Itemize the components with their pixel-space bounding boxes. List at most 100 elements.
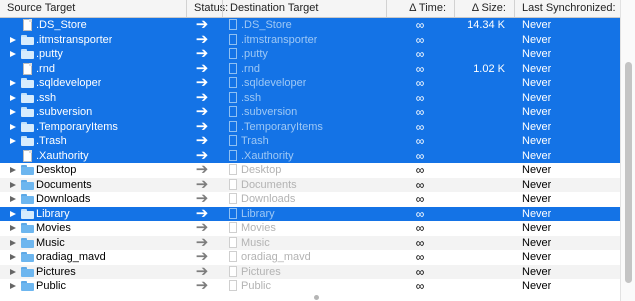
table-row[interactable]: Public ➔ Public ∞ Never <box>0 279 620 294</box>
sync-arrow-icon[interactable]: ➔ <box>191 62 213 77</box>
disclosure-triangle-icon[interactable] <box>10 167 16 173</box>
delta-time: ∞ <box>415 105 425 119</box>
table-row[interactable]: .DS_Store ➔ .DS_Store ∞ 14.34 K Never <box>0 18 620 33</box>
last-synchronized: Never <box>522 222 552 234</box>
sync-arrow-icon[interactable]: ➔ <box>191 221 213 236</box>
last-synchronized: Never <box>522 178 552 191</box>
source-name: .ssh <box>36 91 57 104</box>
sync-arrow-icon[interactable]: ➔ <box>191 250 213 265</box>
sync-arrow-icon[interactable]: ➔ <box>191 163 213 178</box>
sync-arrow-icon[interactable]: ➔ <box>191 265 213 280</box>
sync-arrow-icon[interactable]: ➔ <box>191 33 213 48</box>
disclosure-triangle-icon[interactable] <box>10 123 16 130</box>
disclosure-triangle-icon[interactable] <box>10 196 16 202</box>
sync-arrow-icon[interactable]: ➔ <box>191 120 213 135</box>
disclosure-triangle-icon[interactable] <box>10 210 16 217</box>
folder-icon <box>21 78 34 88</box>
sync-arrow-icon[interactable]: ➔ <box>191 105 213 120</box>
destination-file-icon <box>229 236 237 248</box>
table-row[interactable]: .putty ➔ .putty ∞ Never <box>0 47 620 62</box>
table-row[interactable]: Music ➔ Music ∞ Never <box>0 235 620 251</box>
sync-arrow-icon[interactable]: ➔ <box>191 76 213 91</box>
disclosure-triangle-icon[interactable] <box>10 51 16 57</box>
folder-icon <box>21 237 34 248</box>
source-name: .Xauthority <box>36 149 89 162</box>
last-synchronized: Never <box>522 106 552 118</box>
table-row[interactable]: oradiag_mavd ➔ oradiag_mavd ∞ Never <box>0 250 620 265</box>
sync-arrow-icon[interactable]: ➔ <box>191 236 213 251</box>
destination-file-icon <box>229 207 237 219</box>
disclosure-triangle-icon[interactable] <box>10 239 16 246</box>
source-name: Music <box>36 236 65 249</box>
destination-file-icon <box>229 193 237 204</box>
folder-icon <box>21 136 34 146</box>
table-row[interactable]: .sqldeveloper ➔ .sqldeveloper ∞ Never <box>0 76 620 91</box>
disclosure-triangle-icon[interactable] <box>10 36 16 43</box>
source-name: .itmstransporter <box>36 33 113 46</box>
column-header-sync[interactable]: Last Synchronized: <box>514 0 620 17</box>
last-synchronized: Never <box>522 19 552 31</box>
scrollbar-thumb[interactable] <box>625 62 632 283</box>
table-row[interactable]: .rnd ➔ .rnd ∞ 1.02 K Never <box>0 61 620 77</box>
delta-time: ∞ <box>415 134 425 148</box>
disclosure-triangle-icon[interactable] <box>10 181 16 188</box>
destination-name: .Xauthority <box>241 149 294 162</box>
delta-time: ∞ <box>415 90 425 105</box>
table-row[interactable]: Desktop ➔ Desktop ∞ Never <box>0 163 620 178</box>
disclosure-triangle-icon[interactable] <box>10 80 16 86</box>
destination-name: .rnd <box>241 62 260 75</box>
disclosure-triangle-icon[interactable] <box>10 109 16 115</box>
disclosure-triangle-icon[interactable] <box>10 283 16 289</box>
last-synchronized: Never <box>522 207 552 220</box>
resize-handle[interactable] <box>314 295 319 300</box>
table-row[interactable]: Pictures ➔ Pictures ∞ Never <box>0 264 620 280</box>
table-row[interactable]: .TemporaryItems ➔ .TemporaryItems ∞ Never <box>0 119 620 135</box>
sync-arrow-icon[interactable]: ➔ <box>191 91 213 106</box>
destination-name: Public <box>241 280 271 292</box>
sync-arrow-icon[interactable]: ➔ <box>191 47 213 62</box>
column-header-source[interactable]: Source Target <box>0 0 186 17</box>
destination-file-icon <box>229 120 237 132</box>
folder-icon <box>21 223 34 233</box>
table-row[interactable]: .itmstransporter ➔ .itmstransporter ∞ Never <box>0 32 620 48</box>
delta-size <box>454 236 505 251</box>
sync-arrow-icon[interactable]: ➔ <box>191 149 213 164</box>
delta-time: ∞ <box>415 221 425 235</box>
table-row[interactable]: .Trash ➔ Trash ∞ Never <box>0 134 620 149</box>
disclosure-triangle-icon[interactable] <box>10 254 16 260</box>
table-row[interactable]: Movies ➔ Movies ∞ Never <box>0 221 620 236</box>
destination-file-icon <box>229 280 237 291</box>
disclosure-triangle-icon[interactable] <box>10 225 16 231</box>
table-row[interactable]: Downloads ➔ Downloads ∞ Never <box>0 192 620 207</box>
column-header-size[interactable]: Δ Size: <box>454 0 514 17</box>
destination-file-icon <box>229 251 237 262</box>
delta-time: ∞ <box>415 177 425 192</box>
delta-time: ∞ <box>415 76 425 90</box>
table-row[interactable]: .subversion ➔ .subversion ∞ Never <box>0 105 620 120</box>
sync-arrow-icon[interactable]: ➔ <box>191 178 213 193</box>
table-row[interactable]: Library ➔ Library ∞ Never <box>0 206 620 222</box>
column-header-time[interactable]: Δ Time: <box>386 0 454 17</box>
source-name: Library <box>36 207 70 220</box>
table-row[interactable]: .Xauthority ➔ .Xauthority ∞ Never <box>0 148 620 164</box>
source-name: .rnd <box>36 62 55 75</box>
table-row[interactable]: Documents ➔ Documents ∞ Never <box>0 177 620 193</box>
delta-size: 14.34 K <box>467 19 505 31</box>
sync-arrow-icon[interactable]: ➔ <box>191 192 213 207</box>
file-icon <box>23 19 32 31</box>
source-name: Downloads <box>36 193 91 205</box>
column-header-destination[interactable]: Destination Target <box>222 0 386 17</box>
destination-name: .putty <box>241 48 268 60</box>
sync-arrow-icon[interactable]: ➔ <box>191 207 213 222</box>
disclosure-triangle-icon[interactable] <box>10 268 16 275</box>
vertical-scrollbar[interactable] <box>620 0 635 301</box>
sync-arrow-icon[interactable]: ➔ <box>191 279 213 294</box>
sync-arrow-icon[interactable]: ➔ <box>191 18 213 33</box>
table-row[interactable]: .ssh ➔ .ssh ∞ Never <box>0 90 620 106</box>
delta-size <box>454 192 505 207</box>
destination-name: Library <box>241 207 275 220</box>
disclosure-triangle-icon[interactable] <box>10 138 16 144</box>
sync-arrow-icon[interactable]: ➔ <box>191 134 213 149</box>
column-header-status[interactable]: Status: <box>186 0 228 17</box>
disclosure-triangle-icon[interactable] <box>10 94 16 101</box>
